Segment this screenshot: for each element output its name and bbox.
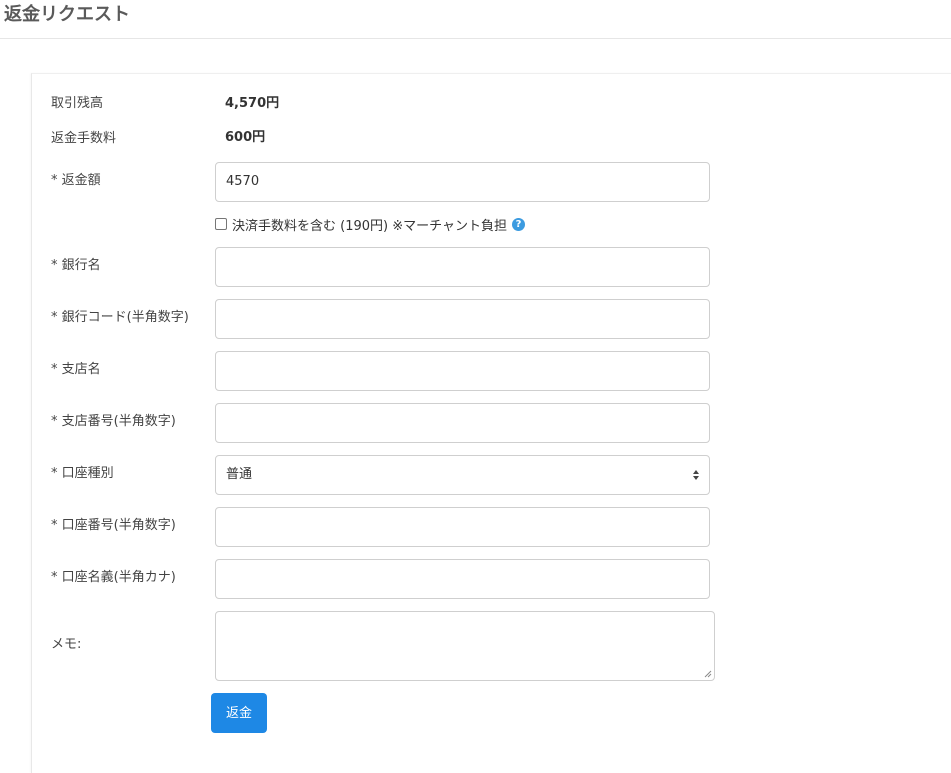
select-arrows-icon xyxy=(693,470,699,480)
account-holder-label: * 口座名義(半角カナ) xyxy=(51,570,176,585)
account-number-label: * 口座番号(半角数字) xyxy=(51,518,176,533)
account-type-label: * 口座種別 xyxy=(51,466,114,481)
account-number-input[interactable] xyxy=(215,507,710,547)
page-header: 返金リクエスト xyxy=(0,0,951,39)
branch-name-label: * 支店名 xyxy=(51,362,101,377)
bank-name-input[interactable] xyxy=(215,247,710,287)
question-circle-icon[interactable]: ? xyxy=(511,217,525,231)
include-fee-row[interactable]: 決済手数料を含む (190円) ※マーチャント負担 ? xyxy=(215,214,525,234)
include-fee-checkbox[interactable] xyxy=(215,218,227,230)
balance-label: 取引残高 xyxy=(51,96,104,111)
fee-value: 600円 xyxy=(225,130,266,145)
account-type-selected: 普通 xyxy=(226,467,253,482)
include-fee-label: 決済手数料を含む (190円) ※マーチャント負担 xyxy=(232,218,507,234)
branch-name-input[interactable] xyxy=(215,351,710,391)
refund-submit-button[interactable]: 返金 xyxy=(211,693,267,733)
memo-textarea[interactable] xyxy=(215,611,715,681)
refund-amount-input[interactable]: 4570 xyxy=(215,162,710,202)
bank-code-input[interactable] xyxy=(215,299,710,339)
bank-name-label: * 銀行名 xyxy=(51,258,101,273)
memo-label: メモ: xyxy=(51,637,82,652)
refund-amount-label: * 返金額 xyxy=(51,173,101,188)
account-type-select[interactable]: 普通 xyxy=(215,455,710,495)
branch-code-label: * 支店番号(半角数字) xyxy=(51,414,176,429)
account-holder-input[interactable] xyxy=(215,559,710,599)
branch-code-input[interactable] xyxy=(215,403,710,443)
page-title: 返金リクエスト xyxy=(4,4,130,25)
resize-grip-icon[interactable] xyxy=(704,670,712,678)
bank-code-label: * 銀行コード(半角数字) xyxy=(51,310,189,325)
balance-value: 4,570円 xyxy=(225,96,280,111)
fee-label: 返金手数料 xyxy=(51,131,117,146)
